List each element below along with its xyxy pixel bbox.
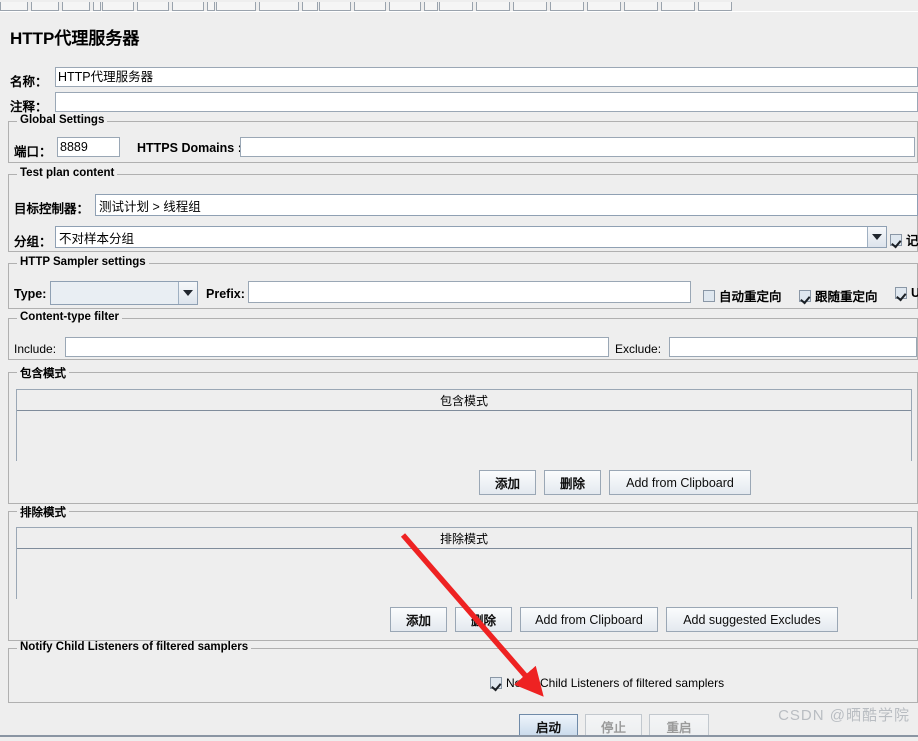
toolbar-button-5[interactable] xyxy=(102,2,134,11)
exclude-patterns-table[interactable]: 排除模式 xyxy=(16,527,912,599)
grouping-value: 不对样本分组 xyxy=(59,231,135,246)
checkbox-box xyxy=(895,287,907,299)
include-add-button[interactable]: 添加 xyxy=(479,470,536,495)
include-patterns-column-header: 包含模式 xyxy=(17,390,911,411)
toolbar-button-23[interactable] xyxy=(698,2,732,11)
exclude-label: Exclude: xyxy=(615,342,662,356)
port-input[interactable]: 8889 xyxy=(57,137,120,157)
notify-child-listeners-checkbox[interactable]: Notify Child Listeners of filtered sampl… xyxy=(490,676,724,690)
global-settings-title: Global Settings xyxy=(17,114,108,126)
exclude-delete-button[interactable]: 删除 xyxy=(455,607,512,632)
target-controller-value: 测试计划 > 线程组 xyxy=(99,199,201,214)
toolbar-button-6[interactable] xyxy=(137,2,169,11)
notify-child-listeners-group: Notify Child Listeners of filtered sampl… xyxy=(8,641,918,703)
include-delete-button[interactable]: 删除 xyxy=(544,470,601,495)
toolbar-button-19[interactable] xyxy=(550,2,584,11)
port-label: 端口： xyxy=(14,145,52,159)
test-plan-right-checkbox[interactable]: 记 xyxy=(890,230,918,249)
exclude-patterns-rows[interactable] xyxy=(17,549,911,599)
name-label: 名称： xyxy=(10,75,48,89)
notify-child-listeners-title: Notify Child Listeners of filtered sampl… xyxy=(17,641,252,653)
toolbar-button-2[interactable] xyxy=(31,2,59,11)
bottom-separator xyxy=(0,735,918,741)
toolbar-button-3[interactable] xyxy=(62,2,90,11)
exclude-input[interactable] xyxy=(669,337,917,357)
checkbox-auto-redirect-label: 自动重定向 xyxy=(719,290,782,304)
content-type-filter-title: Content-type filter xyxy=(17,311,123,323)
name-input[interactable]: HTTP代理服务器 xyxy=(55,67,918,87)
type-label: Type: xyxy=(14,287,47,301)
chevron-down-icon[interactable] xyxy=(867,227,886,247)
http-proxy-server-window: HTTP代理服务器 名称： HTTP代理服务器 注释： Global Setti… xyxy=(0,0,918,741)
checkbox-use-keepalive-label: U xyxy=(911,286,918,300)
grouping-combo[interactable]: 不对样本分组 xyxy=(55,226,887,248)
target-controller-label: 目标控制器： xyxy=(14,202,90,216)
exclude-add-button[interactable]: 添加 xyxy=(390,607,447,632)
toolbar-button-22[interactable] xyxy=(661,2,695,11)
test-plan-right-checkbox-label: 记 xyxy=(906,234,918,248)
toolbar xyxy=(0,0,918,11)
include-add-from-clipboard-button[interactable]: Add from Clipboard xyxy=(609,470,751,495)
comment-input[interactable] xyxy=(55,92,918,112)
toolbar-button-1[interactable] xyxy=(0,2,28,11)
toolbar-button-16[interactable] xyxy=(439,2,473,11)
exclude-add-suggested-button[interactable]: Add suggested Excludes xyxy=(666,607,838,632)
toolbar-button-10[interactable] xyxy=(259,2,299,11)
target-controller-combo[interactable]: 测试计划 > 线程组 xyxy=(95,194,918,216)
https-domains-input[interactable] xyxy=(240,137,915,157)
checkbox-box xyxy=(799,289,811,302)
toolbar-button-8[interactable] xyxy=(207,2,215,11)
toolbar-button-17[interactable] xyxy=(476,2,510,11)
https-domains-label: HTTPS Domains : xyxy=(137,141,242,155)
checkbox-box xyxy=(490,677,502,689)
toolbar-button-4[interactable] xyxy=(93,2,101,11)
comment-label: 注释： xyxy=(10,100,48,114)
exclude-patterns-title: 排除模式 xyxy=(17,504,69,520)
include-patterns-title: 包含模式 xyxy=(17,365,69,381)
toolbar-separator-gap xyxy=(733,2,735,11)
http-sampler-settings-title: HTTP Sampler settings xyxy=(17,256,149,268)
prefix-input[interactable] xyxy=(248,281,691,303)
toolbar-button-11[interactable] xyxy=(302,2,318,11)
checkbox-follow-redirect-label: 跟随重定向 xyxy=(815,290,878,304)
grouping-label: 分组： xyxy=(14,235,52,249)
exclude-add-from-clipboard-button[interactable]: Add from Clipboard xyxy=(520,607,658,632)
toolbar-button-15[interactable] xyxy=(424,2,438,11)
csdn-watermark: CSDN @晒酷学院 xyxy=(778,707,910,724)
type-combo[interactable] xyxy=(50,281,198,305)
prefix-label: Prefix: xyxy=(206,287,245,301)
include-input[interactable] xyxy=(65,337,609,357)
include-label: Include: xyxy=(14,342,57,356)
checkbox-follow-redirect[interactable]: 跟随重定向 xyxy=(799,286,878,305)
checkbox-auto-redirect[interactable]: 自动重定向 xyxy=(703,286,782,305)
checkbox-box xyxy=(890,233,902,246)
toolbar-button-21[interactable] xyxy=(624,2,658,11)
toolbar-button-13[interactable] xyxy=(354,2,386,11)
checkbox-box xyxy=(703,289,715,302)
proxy-config-panel: HTTP代理服务器 名称： HTTP代理服务器 注释： Global Setti… xyxy=(0,16,918,741)
toolbar-button-7[interactable] xyxy=(172,2,204,11)
chevron-down-icon[interactable] xyxy=(178,282,197,304)
toolbar-button-12[interactable] xyxy=(319,2,351,11)
exclude-patterns-column-header: 排除模式 xyxy=(17,528,911,549)
page-title: HTTP代理服务器 xyxy=(10,29,140,48)
toolbar-button-20[interactable] xyxy=(587,2,621,11)
include-patterns-table[interactable]: 包含模式 xyxy=(16,389,912,461)
checkbox-use-keepalive[interactable]: U xyxy=(895,286,918,300)
toolbar-button-18[interactable] xyxy=(513,2,547,11)
test-plan-content-title: Test plan content xyxy=(17,167,118,179)
include-patterns-rows[interactable] xyxy=(17,411,911,461)
toolbar-button-9[interactable] xyxy=(216,2,256,11)
toolbar-button-14[interactable] xyxy=(389,2,421,11)
notify-child-listeners-checkbox-label: Notify Child Listeners of filtered sampl… xyxy=(506,676,725,690)
